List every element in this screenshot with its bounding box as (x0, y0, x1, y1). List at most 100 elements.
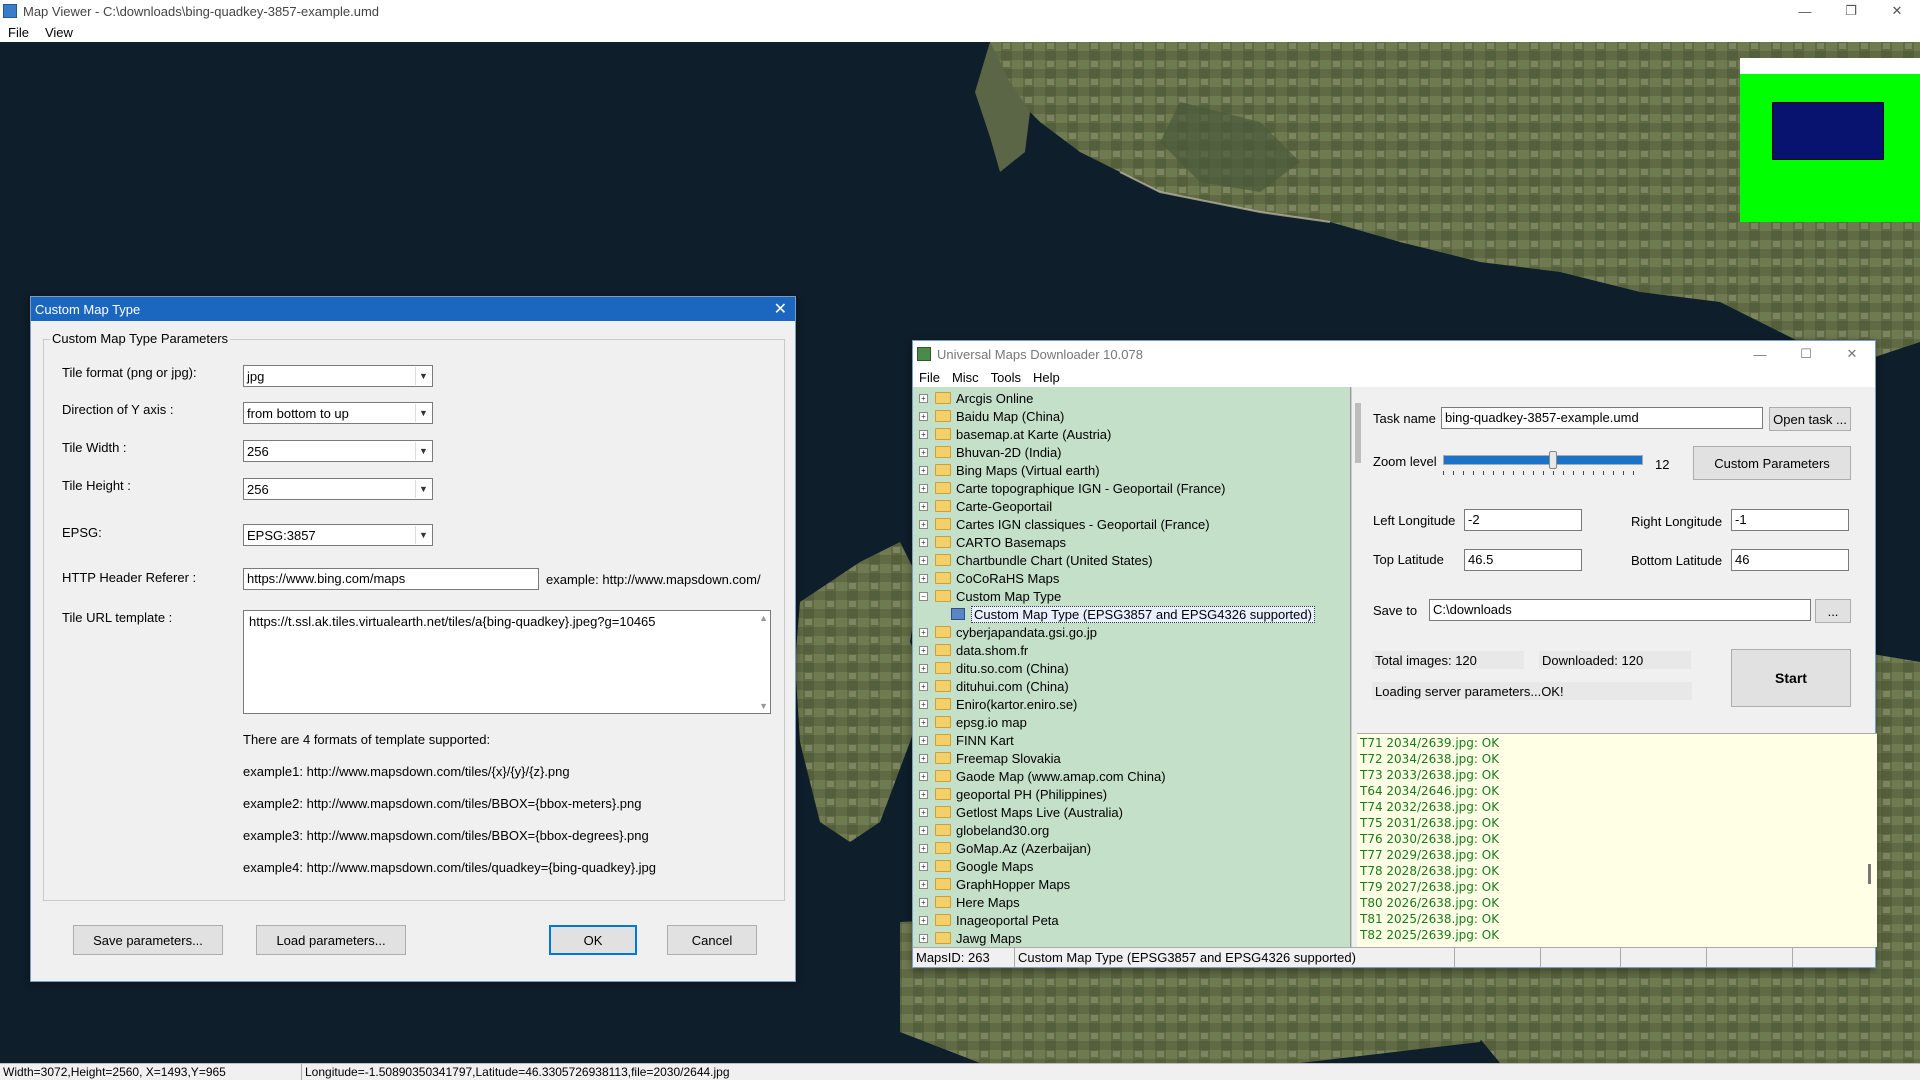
scroll-down-icon[interactable]: ▼ (759, 701, 768, 711)
epsg-select[interactable]: EPSG:3857 ▼ (243, 524, 433, 546)
cancel-button[interactable]: Cancel (667, 925, 757, 955)
bottom-latitude-input[interactable]: 46 (1731, 549, 1849, 571)
tree-item[interactable]: + basemap.at Karte (Austria) (913, 425, 1111, 443)
expand-icon[interactable]: + (919, 537, 928, 547)
tree-item[interactable]: + ditu.so.com (China) (913, 659, 1069, 677)
log-scrollbar[interactable] (1863, 734, 1877, 947)
expand-icon[interactable]: + (919, 393, 928, 403)
scroll-up-icon[interactable]: ▲ (759, 613, 768, 623)
tree-item[interactable]: + GoMap.Az (Azerbaijan) (913, 839, 1091, 857)
tree-item[interactable]: + Getlost Maps Live (Australia) (913, 803, 1123, 821)
tree-item[interactable]: + Baidu Map (China) (913, 407, 1064, 425)
expand-icon[interactable]: + (919, 681, 928, 691)
tree-item[interactable]: + FINN Kart (913, 731, 1014, 749)
tree-item[interactable]: + CoCoRaHS Maps (913, 569, 1059, 587)
restore-icon[interactable]: ❐ (1828, 3, 1874, 19)
menu-help[interactable]: Help (1027, 370, 1066, 385)
minimize-icon[interactable]: — (1782, 4, 1828, 19)
browse-folder-button[interactable]: ... (1815, 599, 1851, 623)
tile-width-select[interactable]: 256 ▼ (243, 440, 433, 462)
collapse-icon[interactable]: − (919, 591, 928, 601)
overview-viewport[interactable] (1772, 102, 1884, 160)
task-name-input[interactable]: bing-quadkey-3857-example.umd (1441, 407, 1763, 429)
expand-icon[interactable]: + (919, 753, 928, 763)
zoom-slider-track[interactable] (1443, 455, 1643, 465)
expand-icon[interactable]: + (919, 843, 928, 853)
menu-misc[interactable]: Misc (946, 370, 985, 385)
y-axis-select[interactable]: from bottom to up ▼ (243, 402, 433, 424)
expand-icon[interactable]: + (919, 879, 928, 889)
download-log[interactable]: T71 2034/2639.jpg: OK T72 2034/2638.jpg: … (1357, 733, 1877, 947)
tree-item[interactable]: + geoportal PH (Philippines) (913, 785, 1107, 803)
overview-minimap[interactable] (1740, 58, 1920, 222)
tree-item[interactable]: + Cartes IGN classiques - Geoportail (Fra… (913, 515, 1210, 533)
expand-icon[interactable]: + (919, 573, 928, 583)
expand-icon[interactable]: + (919, 897, 928, 907)
save-to-input[interactable]: C:\downloads (1429, 599, 1811, 621)
tree-item[interactable]: + Jawg Maps (913, 929, 1022, 947)
right-longitude-input[interactable]: -1 (1731, 509, 1849, 531)
tree-item[interactable]: + cyberjapandata.gsi.go.jp (913, 623, 1097, 641)
close-icon[interactable]: ✕ (774, 299, 787, 319)
tree-item[interactable]: − Custom Map Type (913, 587, 1061, 605)
close-icon[interactable]: ✕ (1874, 3, 1920, 19)
tree-item[interactable]: + CARTO Basemaps (913, 533, 1066, 551)
tree-item-custom-map-type-selected[interactable]: Custom Map Type (EPSG3857 and EPSG4326 s… (913, 605, 1315, 623)
chevron-down-icon[interactable]: ▼ (415, 442, 431, 460)
tree-item[interactable]: + Inageoportal Peta (913, 911, 1059, 929)
expand-icon[interactable]: + (919, 699, 928, 709)
referer-input[interactable]: https://www.bing.com/maps (243, 568, 539, 590)
log-scrollbar-thumb[interactable] (1868, 864, 1871, 884)
chevron-down-icon[interactable]: ▼ (415, 480, 431, 498)
zoom-level-slider[interactable] (1443, 451, 1643, 477)
tile-format-select[interactable]: jpg ▼ (243, 365, 433, 387)
tree-item[interactable]: + Bing Maps (Virtual earth) (913, 461, 1100, 479)
map-source-tree[interactable]: + Arcgis Online + Baidu Map (China) + basemap… (913, 387, 1351, 947)
expand-icon[interactable]: + (919, 447, 928, 457)
tree-item[interactable]: + Eniro(kartor.eniro.se) (913, 695, 1077, 713)
menu-file[interactable]: File (913, 370, 946, 385)
save-parameters-button[interactable]: Save parameters... (73, 925, 223, 955)
expand-icon[interactable]: + (919, 411, 928, 421)
expand-icon[interactable]: + (919, 465, 928, 475)
tree-item[interactable]: + Freemap Slovakia (913, 749, 1061, 767)
menu-tools[interactable]: Tools (985, 370, 1027, 385)
expand-icon[interactable]: + (919, 663, 928, 673)
tree-item[interactable]: + Arcgis Online (913, 389, 1033, 407)
expand-icon[interactable]: + (919, 627, 928, 637)
zoom-slider-thumb[interactable] (1549, 451, 1557, 469)
left-longitude-input[interactable]: -2 (1464, 509, 1582, 531)
tile-height-select[interactable]: 256 ▼ (243, 478, 433, 500)
expand-icon[interactable]: + (919, 429, 928, 439)
open-task-button[interactable]: Open task ... (1769, 407, 1851, 431)
expand-icon[interactable]: + (919, 861, 928, 871)
tree-item[interactable]: + Bhuvan-2D (India) (913, 443, 1062, 461)
custom-parameters-button[interactable]: Custom Parameters (1693, 446, 1851, 480)
maximize-icon[interactable]: ☐ (1783, 346, 1829, 362)
tree-item[interactable]: + Carte topographique IGN - Geoportail (F… (913, 479, 1226, 497)
tree-item[interactable]: + dituhui.com (China) (913, 677, 1069, 695)
load-parameters-button[interactable]: Load parameters... (256, 925, 406, 955)
close-icon[interactable]: ✕ (1829, 346, 1875, 362)
expand-icon[interactable]: + (919, 771, 928, 781)
expand-icon[interactable]: + (919, 915, 928, 925)
menu-file[interactable]: File (0, 25, 37, 40)
ok-button[interactable]: OK (549, 925, 637, 955)
tree-item[interactable]: + Gaode Map (www.amap.com China) (913, 767, 1166, 785)
tree-item[interactable]: + data.shom.fr (913, 641, 1028, 659)
tree-item[interactable]: + epsg.io map (913, 713, 1027, 731)
chevron-down-icon[interactable]: ▼ (415, 526, 431, 544)
tree-scrollbar-thumb[interactable] (1355, 403, 1361, 463)
tree-item[interactable]: + Here Maps (913, 893, 1020, 911)
expand-icon[interactable]: + (919, 519, 928, 529)
expand-icon[interactable]: + (919, 735, 928, 745)
tree-item[interactable]: + GraphHopper Maps (913, 875, 1070, 893)
start-button[interactable]: Start (1731, 649, 1851, 707)
chevron-down-icon[interactable]: ▼ (415, 404, 431, 422)
chevron-down-icon[interactable]: ▼ (415, 367, 431, 385)
expand-icon[interactable]: + (919, 501, 928, 511)
expand-icon[interactable]: + (919, 807, 928, 817)
expand-icon[interactable]: + (919, 555, 928, 565)
url-template-textarea[interactable]: https://t.ssl.ak.tiles.virtualearth.net/… (243, 610, 771, 714)
expand-icon[interactable]: + (919, 483, 928, 493)
